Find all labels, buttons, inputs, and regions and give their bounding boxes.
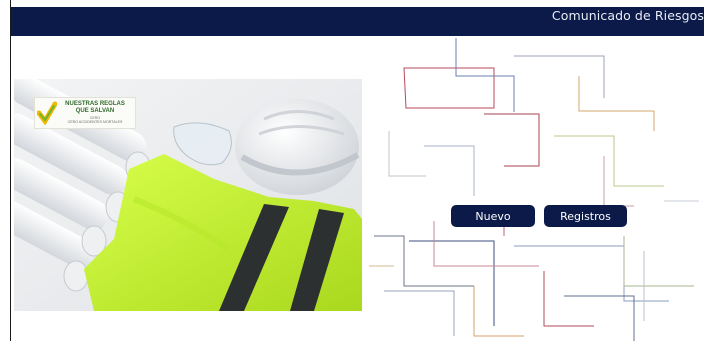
rules-logo: NUESTRAS REGLAS QUE SALVAN CERO CERO ACC…	[34, 97, 136, 129]
registros-button[interactable]: Registros	[544, 205, 627, 227]
page-title: Comunicado de Riesgos	[551, 8, 704, 23]
logo-line-1: NUESTRAS REGLAS	[65, 101, 125, 107]
nuevo-button[interactable]: Nuevo	[451, 205, 535, 227]
decorative-lines-background	[369, 38, 699, 341]
logo-line-4: CERO ACCIDENTES MORTALES	[67, 120, 123, 124]
logo-line-2: QUE SALVAN	[75, 108, 115, 114]
left-border	[10, 0, 11, 341]
app-header: Comunicado de Riesgos	[11, 7, 704, 36]
safety-equipment-photo: NUESTRAS REGLAS QUE SALVAN CERO CERO ACC…	[14, 79, 362, 311]
checkmark-icon	[37, 101, 57, 125]
